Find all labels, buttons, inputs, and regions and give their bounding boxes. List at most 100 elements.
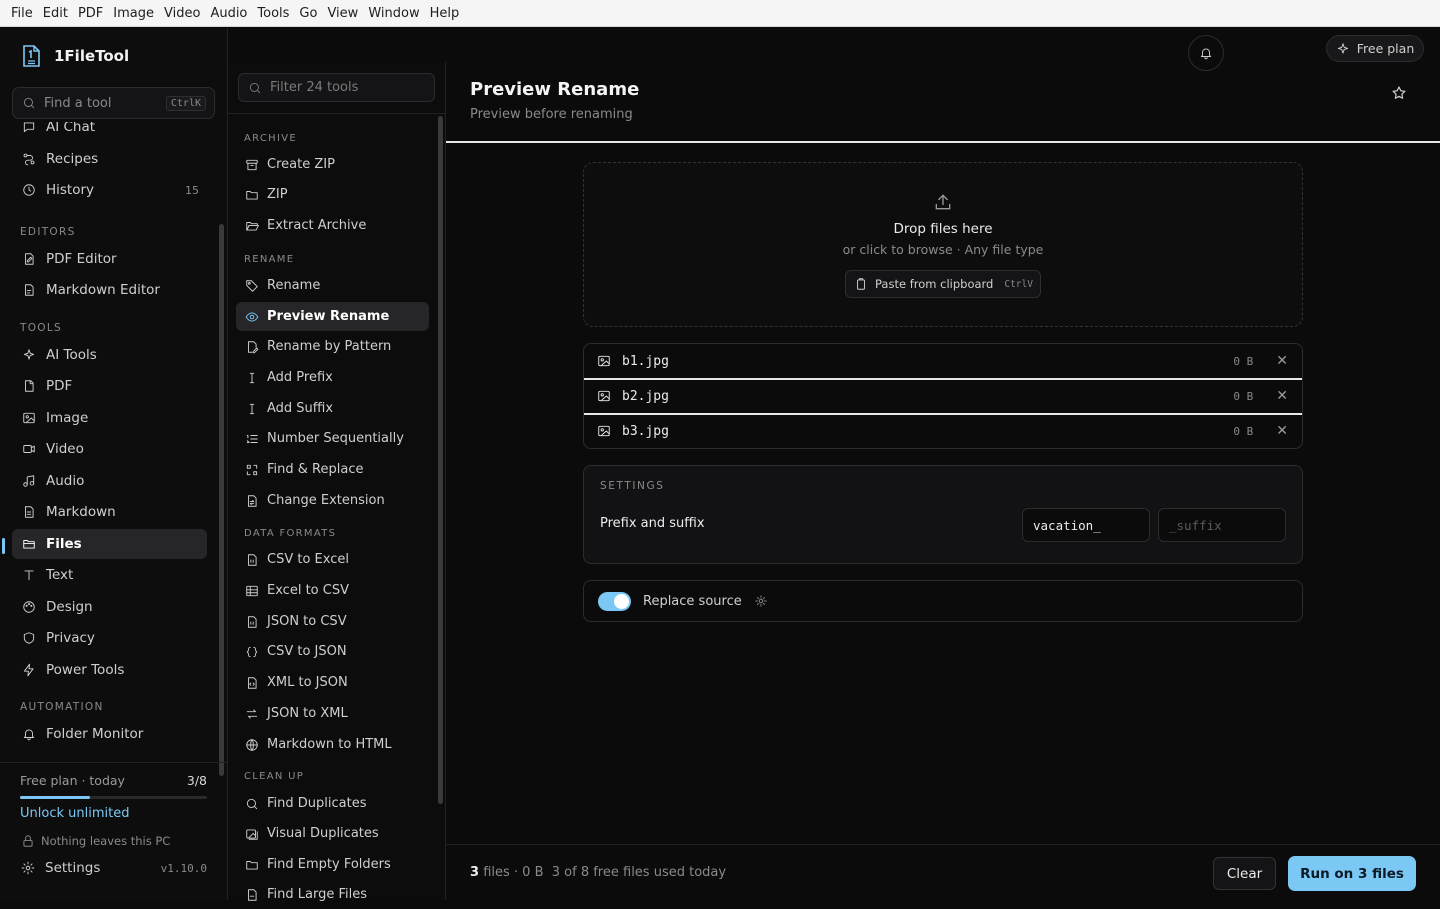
sidebar-item-files[interactable]: Files [12, 529, 207, 559]
sidebar-nav: AI Chat Recipes History 15 EDITORS PDF Editor… [0, 122, 216, 752]
sidebar-item-power-tools[interactable]: Power Tools [12, 655, 207, 685]
file-row[interactable]: b3.jpg 0 B ✕ [584, 414, 1302, 448]
left-sidebar: 1FileTool Find a tool CtrlK AI Chat Recip… [0, 28, 228, 900]
menu-view[interactable]: View [322, 6, 363, 21]
find-tool-search[interactable]: Find a tool CtrlK [12, 87, 215, 119]
clear-button[interactable]: Clear [1213, 857, 1276, 890]
tool-item-extract-archive[interactable]: Extract Archive [236, 211, 429, 240]
menu-tools[interactable]: Tools [252, 6, 294, 21]
tool-item-excel-to-csv[interactable]: Excel to CSV [236, 576, 429, 605]
upload-icon [933, 192, 953, 212]
tool-item-preview-rename[interactable]: Preview Rename [236, 302, 429, 331]
tool-item-rename[interactable]: Rename [236, 271, 429, 300]
tool-item-rename-by-pattern[interactable]: Rename by Pattern [236, 332, 429, 361]
sidebar-item-image[interactable]: Image [12, 403, 207, 433]
remove-file-close-icon[interactable]: ✕ [1276, 388, 1288, 404]
tool-item-csv-to-json[interactable]: CSV to JSON [236, 637, 429, 666]
settings-button[interactable]: Settings v1.10.0 [20, 860, 207, 876]
unlock-unlimited-link[interactable]: Unlock unlimited [20, 806, 129, 821]
search-icon [247, 80, 262, 95]
tool-item-add-prefix[interactable]: Add Prefix [236, 363, 429, 392]
tool-item-number-sequentially[interactable]: Number Sequentially [236, 424, 429, 453]
sidebar-item-recipes[interactable]: Recipes [12, 144, 207, 174]
menu-video[interactable]: Video [159, 6, 205, 21]
tool-item-find-empty-folders[interactable]: Find Empty Folders [236, 850, 429, 879]
tool-item-label: XML to JSON [267, 675, 348, 690]
remove-file-close-icon[interactable]: ✕ [1276, 353, 1288, 369]
tool-item-markdown-to-html[interactable]: Markdown to HTML [236, 730, 429, 759]
table-icon [244, 583, 259, 598]
tool-item-json-to-xml[interactable]: JSON to XML [236, 699, 429, 728]
tool-item-csv-to-excel[interactable]: CSV to Excel [236, 545, 429, 574]
divider [228, 113, 445, 114]
tool-item-find-duplicates[interactable]: Find Duplicates [236, 789, 429, 818]
paste-from-clipboard-button[interactable]: Paste from clipboard CtrlV [845, 270, 1041, 298]
app-name: 1FileTool [54, 47, 130, 65]
sidebar-item-pdf-editor[interactable]: PDF Editor [12, 244, 207, 274]
section-label: TOOLS [20, 322, 62, 334]
menu-help[interactable]: Help [425, 6, 465, 21]
find-replace-icon [244, 462, 259, 477]
file-json-icon [244, 552, 259, 567]
notifications-button[interactable] [1188, 35, 1224, 71]
favorite-star-icon[interactable] [1391, 85, 1407, 101]
tool-item-label: Excel to CSV [267, 583, 349, 598]
file-row[interactable]: b1.jpg 0 B ✕ [584, 344, 1302, 378]
sidebar-item-video[interactable]: Video [12, 434, 207, 464]
dropzone-title: Drop files here [893, 221, 993, 237]
menu-image[interactable]: Image [108, 6, 159, 21]
plan-usage-count: 3/8 [186, 773, 207, 788]
tool-item-add-suffix[interactable]: Add Suffix [236, 394, 429, 423]
sidebar-item-markdown[interactable]: Markdown [12, 497, 207, 527]
suffix-input[interactable]: _suffix [1158, 508, 1286, 542]
tool-item-create-zip[interactable]: Create ZIP [236, 150, 429, 179]
page-title: Preview Rename [470, 79, 640, 100]
tool-item-find-replace[interactable]: Find & Replace [236, 455, 429, 484]
menu-audio[interactable]: Audio [205, 6, 252, 21]
sidebar-scrollbar[interactable] [219, 224, 224, 776]
pencil-doc-icon [244, 339, 259, 354]
menu-edit[interactable]: Edit [38, 6, 73, 21]
tool-item-json-to-csv[interactable]: JSON to CSV [236, 607, 429, 636]
text-cursor-icon [244, 401, 259, 416]
filter-tools-input[interactable]: Filter 24 tools [238, 73, 435, 102]
sidebar-item-audio[interactable]: Audio [12, 466, 207, 496]
bell-icon [21, 727, 36, 742]
sidebar-item-label: Video [46, 441, 84, 457]
menu-go[interactable]: Go [294, 6, 322, 21]
free-plan-badge[interactable]: Free plan [1326, 35, 1424, 62]
prefix-input[interactable]: vacation_ [1022, 508, 1150, 542]
pdf-icon [21, 379, 36, 394]
menu-pdf[interactable]: PDF [73, 6, 108, 21]
sidebar-item-ai-chat[interactable]: AI Chat [12, 122, 207, 142]
gear-icon[interactable] [754, 594, 769, 609]
tool-item-xml-to-json[interactable]: XML to JSON [236, 668, 429, 697]
menu-file[interactable]: File [6, 6, 38, 21]
sidebar-item-privacy[interactable]: Privacy [12, 623, 207, 653]
menu-window[interactable]: Window [363, 6, 424, 21]
app-brand[interactable]: 1FileTool [20, 44, 129, 68]
sidebar-item-markdown-editor[interactable]: Markdown Editor [12, 275, 207, 305]
sidebar-item-ai-tools[interactable]: AI Tools [12, 340, 207, 370]
page-subtitle: Preview before renaming [470, 107, 633, 122]
tool-item-find-large-files[interactable]: Find Large Files [236, 880, 429, 909]
replace-source-toggle[interactable] [598, 591, 631, 611]
main-content: Free plan Preview Rename Preview before … [446, 28, 1440, 900]
tool-item-zip[interactable]: ZIP [236, 180, 429, 209]
file-dropzone[interactable]: Drop files here or click to browse · Any… [583, 162, 1303, 327]
footer-info: 3 files · 0 B 3 of 8 free files used tod… [470, 865, 726, 880]
sidebar-item-pdf[interactable]: PDF [12, 371, 207, 401]
run-button[interactable]: Run on 3 files [1288, 856, 1416, 891]
tool-item-change-extension[interactable]: Change Extension [236, 486, 429, 515]
tool-list-scrollbar[interactable] [438, 116, 443, 804]
sidebar-item-text[interactable]: Text [12, 560, 207, 590]
tag-icon [244, 278, 259, 293]
sidebar-item-history[interactable]: History 15 [12, 175, 207, 205]
sidebar-item-folder-monitor[interactable]: Folder Monitor [12, 719, 207, 749]
file-row[interactable]: b2.jpg 0 B ✕ [584, 379, 1302, 413]
tool-item-visual-duplicates[interactable]: Visual Duplicates [236, 819, 429, 848]
remove-file-close-icon[interactable]: ✕ [1276, 423, 1288, 439]
app-logo-icon [20, 44, 42, 68]
clipboard-icon [853, 277, 868, 292]
sidebar-item-design[interactable]: Design [12, 592, 207, 622]
